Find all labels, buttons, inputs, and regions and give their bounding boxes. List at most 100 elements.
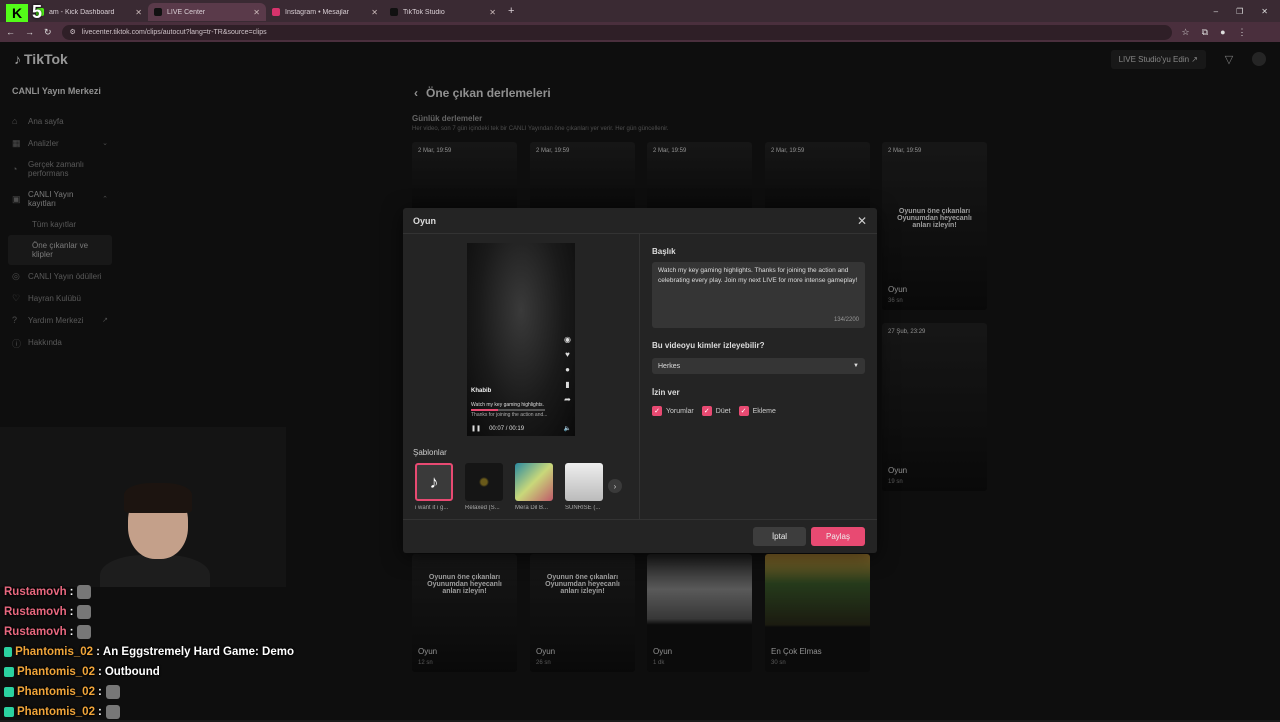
template-name: Mera Dil B... — [515, 505, 549, 511]
preview-controls: ❚❚ 00:07 / 00:19 🔈 — [471, 425, 571, 433]
chat-separator: : — [69, 626, 74, 638]
menu-icon[interactable]: ⋮ — [1238, 27, 1247, 38]
checkbox-stitch[interactable]: ✓ Ekleme — [738, 406, 776, 416]
tab-close-icon[interactable]: ✕ — [371, 8, 378, 17]
tiktok-favicon-icon — [390, 8, 398, 16]
tab-close-icon[interactable]: ✕ — [253, 8, 260, 17]
tiktok-favicon-icon — [154, 8, 162, 16]
bookmark-icon: ▮ — [565, 380, 570, 389]
checkbox-label: Düet — [715, 407, 731, 415]
modal-footer: İptal Paylaş — [403, 519, 877, 553]
browser-toolbar: ← → ↻ ⚙ livecenter.tiktok.com/clips/auto… — [0, 22, 1280, 42]
preview-caption: Watch my key gaming highlights. — [471, 402, 544, 408]
url-text: livecenter.tiktok.com/clips/autocut?lang… — [81, 28, 267, 36]
checkbox-comments[interactable]: ✓ Yorumlar — [652, 406, 694, 416]
preview-progress-fill — [471, 409, 499, 411]
chat-emote-icon — [77, 605, 92, 619]
site-info-icon[interactable]: ⚙ — [70, 28, 76, 36]
chat-badge-icon — [4, 707, 14, 717]
close-window-icon[interactable]: ✕ — [1261, 7, 1268, 16]
chat-separator: : — [97, 706, 102, 718]
chat-message: Phantomis_02: — [4, 682, 294, 702]
chat-separator: : — [96, 646, 100, 658]
template-name: SUNRISE (... — [565, 505, 601, 511]
template-name: i want it i g... — [415, 505, 449, 511]
checkbox-label: Ekleme — [752, 407, 776, 415]
kick-viewer-count: 5 — [32, 2, 43, 22]
tab-close-icon[interactable]: ✕ — [489, 8, 496, 17]
new-tab-icon[interactable]: + — [508, 5, 514, 17]
back-icon[interactable]: ← — [6, 27, 15, 37]
browser-tab-live-center[interactable]: LIVE Center ✕ — [148, 3, 266, 21]
chat-username: Rustamovh — [4, 606, 67, 618]
chat-separator: : — [97, 686, 102, 698]
preview-progress-bar[interactable] — [471, 409, 545, 411]
window-controls: – ❐ ✕ — [1214, 7, 1280, 16]
check-icon: ✓ — [701, 406, 712, 416]
cancel-button[interactable]: İptal — [753, 527, 806, 546]
kick-overlay-badge: K 5 — [6, 2, 42, 23]
address-bar[interactable]: ⚙ livecenter.tiktok.com/clips/autocut?la… — [61, 24, 1172, 40]
share-button[interactable]: Paylaş — [811, 527, 865, 546]
pause-icon[interactable]: ❚❚ — [471, 425, 481, 432]
profile-icon[interactable]: ● — [1220, 27, 1225, 38]
chat-separator: : — [97, 666, 102, 678]
bookmark-star-icon[interactable]: ☆ — [1182, 27, 1190, 38]
webcam-overlay — [0, 427, 286, 587]
check-icon: ✓ — [652, 406, 662, 416]
check-icon: ✓ — [738, 406, 749, 416]
tiktok-logo-icon: ♪ — [415, 463, 453, 501]
preview-caption-more: Thanks for joining the action and... — [471, 412, 548, 418]
maximize-icon[interactable]: ❐ — [1236, 7, 1243, 16]
tab-close-icon[interactable]: ✕ — [135, 8, 142, 17]
template-item[interactable]: SUNRISE (... — [565, 463, 605, 511]
browser-tab-tiktok-studio[interactable]: TikTok Studio ✕ — [384, 3, 502, 21]
volume-icon[interactable]: 🔈 — [564, 425, 571, 432]
char-counter: 134/2200 — [833, 317, 859, 323]
extensions-icon[interactable]: ⧉ — [1202, 27, 1208, 38]
checkbox-duet[interactable]: ✓ Düet — [701, 406, 731, 416]
modal-divider — [639, 234, 640, 519]
preview-time: 00:07 / 00:19 — [489, 425, 525, 432]
avatar-circle-icon: ◉ — [564, 335, 571, 344]
chat-badge-icon — [4, 647, 13, 657]
forward-icon[interactable]: → — [25, 27, 34, 37]
chat-username: Rustamovh — [4, 586, 67, 598]
privacy-select[interactable]: Herkes ▼ — [652, 358, 865, 374]
reload-icon[interactable]: ↻ — [44, 27, 52, 38]
share-icon: ➦ — [564, 395, 571, 404]
title-label: Başlık — [652, 247, 676, 256]
description-field[interactable]: Watch my key gaming highlights. Thanks f… — [652, 262, 865, 328]
close-icon[interactable]: ✕ — [857, 214, 867, 228]
minimize-icon[interactable]: – — [1214, 7, 1218, 16]
chat-username: Phantomis_02 — [17, 666, 95, 678]
template-item[interactable]: Relaxed (S... — [465, 463, 505, 511]
chevron-right-icon[interactable]: › — [608, 479, 622, 493]
chat-badge-icon — [4, 667, 14, 677]
description-text: Watch my key gaming highlights. Thanks f… — [658, 267, 858, 284]
privacy-value: Herkes — [658, 362, 681, 370]
allow-label: İzin ver — [652, 388, 680, 397]
webcam-person-hair — [124, 483, 192, 513]
tab-label: LIVE Center — [167, 8, 206, 16]
tab-label: TikTok Studio — [403, 8, 445, 16]
browser-tab-kick[interactable]: am - Kick Dashboard ✕ — [30, 3, 148, 21]
template-item[interactable]: ♪ i want it i g... — [415, 463, 455, 511]
chat-emote-icon — [77, 625, 92, 639]
browser-tab-strip: am - Kick Dashboard ✕ LIVE Center ✕ Inst… — [0, 0, 1280, 22]
tab-label: am - Kick Dashboard — [49, 8, 115, 16]
chat-overlay: Rustamovh: Rustamovh: Rustamovh: Phantomis_… — [4, 582, 294, 722]
template-item[interactable]: Mera Dil B... — [515, 463, 555, 511]
chat-message: Phantomis_02: An Eggstremely Hard Game: D… — [4, 642, 294, 662]
chat-username: Phantomis_02 — [17, 686, 95, 698]
comment-icon: ● — [565, 365, 570, 374]
chat-username: Rustamovh — [4, 626, 67, 638]
tab-label: Instagram • Mesajlar — [285, 8, 349, 16]
heart-icon: ♥ — [565, 350, 570, 359]
chat-badge-icon — [4, 687, 14, 697]
chat-message: Phantomis_02: — [4, 702, 294, 722]
kick-logo-icon: K — [6, 3, 28, 22]
video-preview[interactable]: ◉ ♥ ● ▮ ➦ Khabib Watch my key gaming hig… — [467, 243, 575, 436]
chat-username: Phantomis_02 — [15, 646, 94, 658]
browser-tab-instagram[interactable]: Instagram • Mesajlar ✕ — [266, 3, 384, 21]
